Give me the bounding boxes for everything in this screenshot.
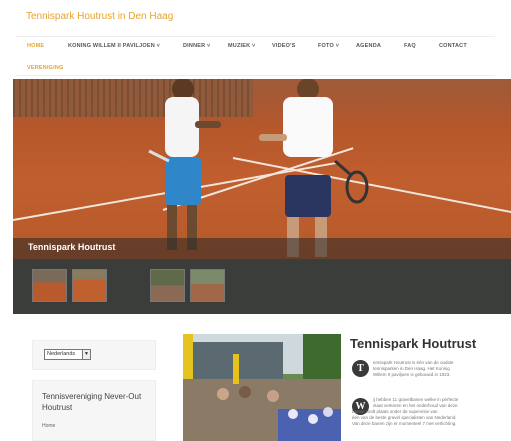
nav-home[interactable]: HOME bbox=[27, 43, 44, 49]
nav-faq[interactable]: FAQ bbox=[404, 43, 416, 49]
text-line: Willem II paviljoen is gebouwd in 1923. bbox=[373, 372, 451, 377]
nav-foto[interactable]: FOTO ˅ bbox=[318, 43, 339, 49]
terrace-photo bbox=[183, 334, 341, 441]
nav-paviljoen[interactable]: KONING WILLEM II PAVILJOEN ˅ bbox=[68, 43, 160, 49]
hero-image bbox=[13, 79, 511, 259]
site-title[interactable]: Tennispark Houtrust in Den Haag bbox=[26, 11, 173, 22]
club-home-link[interactable]: Home bbox=[42, 423, 55, 429]
hero-caption: Tennispark Houtrust bbox=[28, 242, 116, 252]
player-figure bbox=[148, 79, 221, 250]
language-widget: Nederlands ▼ bbox=[32, 340, 156, 370]
club-widget: Tennisvereniging Never-Out Houtrust Home bbox=[32, 380, 156, 441]
hero-slider[interactable]: Tennispark Houtrust bbox=[13, 79, 511, 259]
thumbnail[interactable] bbox=[32, 269, 67, 302]
nav-muziek[interactable]: MUZIEK ˅ bbox=[228, 43, 255, 49]
club-title: Tennisvereniging Never-Out Houtrust bbox=[42, 392, 142, 412]
nav-vereniging[interactable]: VERENIGING bbox=[27, 65, 64, 71]
language-select-value: Nederlands bbox=[47, 351, 76, 357]
thumbnail[interactable] bbox=[150, 269, 185, 302]
hero-caption-bar: Tennispark Houtrust bbox=[13, 238, 511, 259]
article-paragraph-1: ennispark Houtrust is één van de oudste … bbox=[373, 360, 508, 378]
nav-dinner[interactable]: DINNER ˅ bbox=[183, 43, 210, 49]
nav-contact[interactable]: CONTACT bbox=[439, 43, 467, 49]
thumbnail[interactable] bbox=[190, 269, 225, 302]
main-nav: HOME KONING WILLEM II PAVILJOEN ˅ DINNER… bbox=[16, 36, 495, 76]
dropcap: T bbox=[352, 360, 369, 377]
thumbnail-strip bbox=[13, 259, 511, 314]
language-select[interactable]: Nederlands ▼ bbox=[44, 349, 91, 360]
terrace-image bbox=[183, 334, 341, 441]
chevron-down-icon: ▼ bbox=[82, 350, 90, 359]
nav-videos[interactable]: VIDEO'S bbox=[272, 43, 296, 49]
article-title: Tennispark Houtrust bbox=[350, 336, 477, 351]
player-figure bbox=[259, 79, 369, 257]
article-paragraph-2: ij hebben 11 gravelbanen welke in perfec… bbox=[352, 397, 508, 427]
text-line: Van deze banen zijn er momenteel 7 met v… bbox=[352, 421, 457, 426]
thumbnail[interactable] bbox=[72, 269, 107, 302]
nav-agenda[interactable]: AGENDA bbox=[356, 43, 381, 49]
